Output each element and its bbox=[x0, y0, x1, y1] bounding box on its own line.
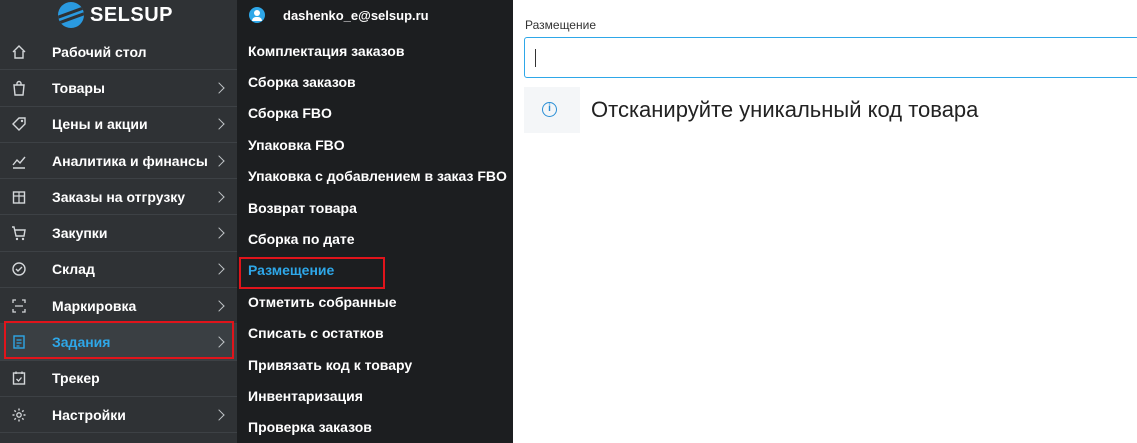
sidebar-item-label: Рабочий стол bbox=[52, 43, 147, 60]
scan-icon bbox=[10, 297, 28, 315]
gear-icon bbox=[10, 406, 28, 424]
user-email: dashenko_e@selsup.ru bbox=[283, 7, 429, 23]
alert-body: Отсканируйте уникальный код товара bbox=[580, 87, 1137, 133]
home-icon bbox=[10, 43, 28, 61]
chevron-right-icon bbox=[213, 154, 225, 167]
sidebar-item-products[interactable]: Товары bbox=[0, 70, 237, 107]
chevron-right-icon bbox=[213, 408, 225, 421]
sidebar-item-tasks[interactable]: Задания bbox=[0, 321, 237, 361]
chevron-right-icon bbox=[213, 191, 225, 203]
alert-text: Отсканируйте уникальный код товара bbox=[591, 97, 979, 122]
logo-icon bbox=[58, 2, 84, 28]
text-caret bbox=[535, 49, 536, 67]
tag-icon bbox=[10, 115, 28, 133]
sidebar-item-label: Товары bbox=[52, 79, 105, 96]
sidebar-item-warehouse[interactable]: Склад bbox=[0, 252, 237, 289]
submenu-panel: dashenko_e@selsup.ru Комплектация заказо… bbox=[237, 0, 513, 443]
submenu-item[interactable]: Упаковка с добавлением в заказ FBO bbox=[237, 161, 513, 192]
sidebar-item-marking[interactable]: Маркировка bbox=[0, 288, 237, 325]
sidebar-item-prices[interactable]: Цены и акции bbox=[0, 107, 237, 143]
sidebar-item-settings[interactable]: Настройки bbox=[0, 397, 237, 434]
user-account[interactable]: dashenko_e@selsup.ru bbox=[249, 7, 429, 23]
submenu-item[interactable]: Привязать код к товару bbox=[237, 349, 513, 380]
user-icon bbox=[249, 7, 265, 23]
sidebar-item-purchases[interactable]: Закупки bbox=[0, 215, 237, 252]
chart-line-icon bbox=[10, 152, 28, 170]
scan-alert: i Отсканируйте уникальный код товара bbox=[524, 87, 1137, 133]
submenu-item-placement[interactable]: Размещение bbox=[237, 255, 513, 290]
box-icon bbox=[10, 188, 28, 206]
sidebar-item-label: Трекер bbox=[52, 370, 100, 387]
placement-input[interactable] bbox=[524, 37, 1137, 78]
calendar-check-icon bbox=[10, 369, 28, 387]
sidebar-item-label: Закупки bbox=[52, 225, 108, 242]
sidebar-item-label: Аналитика и финансы bbox=[52, 152, 208, 169]
sidebar-item-tracker[interactable]: Трекер bbox=[0, 361, 237, 397]
chevron-right-icon bbox=[213, 336, 225, 348]
submenu-item[interactable]: Комплектация заказов bbox=[237, 35, 513, 66]
cart-icon bbox=[10, 224, 28, 242]
sidebar-item-orders[interactable]: Заказы на отгрузку bbox=[0, 179, 237, 216]
submenu-item[interactable]: Отметить собранные bbox=[237, 286, 513, 317]
main-content: Размещение i Отсканируйте уникальный код… bbox=[513, 0, 1137, 443]
submenu-item[interactable]: Возврат товара bbox=[237, 192, 513, 223]
submenu-item[interactable]: Сборка заказов bbox=[237, 66, 513, 97]
sidebar-menu: Рабочий стол Товары Цены и акции Аналити… bbox=[0, 34, 237, 434]
check-circle-icon bbox=[10, 260, 28, 278]
bag-icon bbox=[10, 79, 28, 97]
sidebar-item-label: Задания bbox=[52, 334, 111, 351]
sidebar-item-label: Настройки bbox=[52, 406, 126, 423]
sidebar-item-label: Склад bbox=[52, 261, 95, 278]
sidebar-item-label: Маркировка bbox=[52, 297, 137, 314]
tasks-icon bbox=[10, 333, 28, 351]
submenu-item[interactable]: Сборка FBO bbox=[237, 98, 513, 129]
chevron-right-icon bbox=[213, 227, 225, 239]
sidebar: SELSUP Рабочий стол Товары Цены и акции bbox=[0, 0, 237, 443]
selsup-logo[interactable]: SELSUP bbox=[58, 2, 173, 28]
logo-text: SELSUP bbox=[90, 3, 174, 26]
sidebar-item-analytics[interactable]: Аналитика и финансы bbox=[0, 143, 237, 180]
submenu-item[interactable]: Инвентаризация bbox=[237, 380, 513, 411]
placement-field-label: Размещение bbox=[525, 18, 596, 32]
submenu-list: Комплектация заказов Сборка заказов Сбор… bbox=[237, 35, 513, 443]
submenu-item[interactable]: Проверка заказов bbox=[237, 412, 513, 443]
chevron-right-icon bbox=[213, 82, 225, 94]
submenu-item[interactable]: Списать с остатков bbox=[237, 318, 513, 349]
info-icon: i bbox=[542, 102, 557, 117]
submenu-item[interactable]: Упаковка FBO bbox=[237, 129, 513, 160]
chevron-right-icon bbox=[213, 300, 225, 312]
submenu-item[interactable]: Сборка по дате bbox=[237, 223, 513, 254]
sidebar-item-label: Заказы на отгрузку bbox=[52, 188, 186, 205]
chevron-right-icon bbox=[213, 118, 225, 130]
chevron-right-icon bbox=[213, 263, 225, 276]
sidebar-item-label: Цены и акции bbox=[52, 116, 148, 133]
sidebar-item-dashboard[interactable]: Рабочий стол bbox=[0, 34, 237, 71]
